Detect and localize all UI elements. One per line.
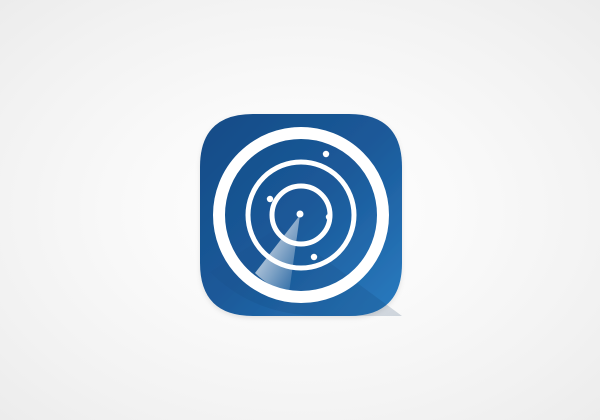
radar-blip-right-icon [325, 213, 333, 221]
radar-app-icon[interactable] [196, 110, 406, 320]
radar-center-icon [296, 210, 304, 218]
radar-blip-left-icon [266, 195, 274, 203]
radar-icon [200, 114, 402, 316]
radar-blip-bottom-icon [310, 253, 318, 261]
radar-blip-top-right-icon [322, 150, 330, 158]
stage [0, 0, 600, 420]
